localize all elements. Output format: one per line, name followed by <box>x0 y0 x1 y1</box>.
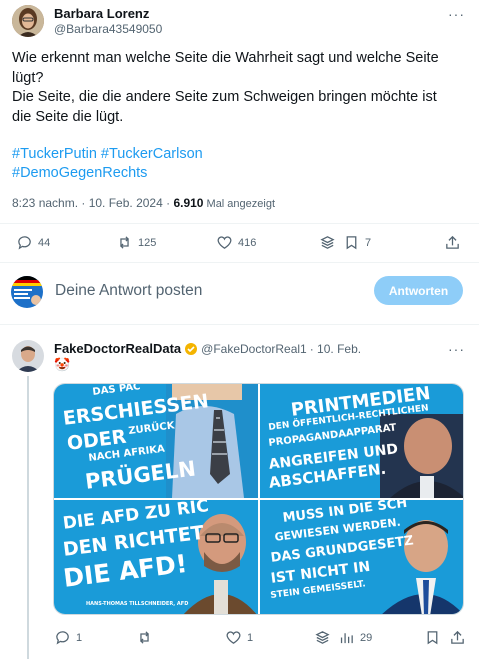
share-icon <box>451 630 464 644</box>
reply-header: FakeDoctorRealData @FakeDoctorReal1 · 10… <box>54 341 361 356</box>
bookmark-icon <box>346 236 357 250</box>
reply-retweet-action[interactable] <box>136 629 153 646</box>
reply-more-options-button[interactable]: ··· <box>448 341 465 357</box>
thread-line <box>27 376 29 659</box>
reply-share-action[interactable] <box>449 629 466 646</box>
tweet-meta: 8:23 nachm. · 10. Feb. 2024 · 6.910 Mal … <box>12 196 275 210</box>
more-options-button[interactable]: ··· <box>448 6 465 22</box>
share-icon <box>446 235 459 249</box>
reply-reply-action[interactable]: 1 <box>54 629 82 646</box>
poster-3[interactable]: DIE AFD ZU RIC DEN RICHTET DIE AFD! HANS… <box>54 500 258 614</box>
reply-view-count: 29 <box>360 631 373 644</box>
media-grid[interactable]: DAS PAC ERSCHIESSEN ODER ZURÜCK NACH AFR… <box>53 383 464 615</box>
reply-submit-button[interactable]: Antworten <box>374 276 463 305</box>
retweet-icon <box>140 631 149 644</box>
reply-views-action[interactable]: 29 <box>338 629 372 646</box>
divider <box>0 324 479 325</box>
reply-avatar-portrait-icon <box>12 340 44 372</box>
hashtags-line2[interactable]: #DemoGegenRechts <box>12 163 147 183</box>
author-avatar[interactable] <box>12 5 44 37</box>
reply-icon <box>18 236 31 250</box>
reply-date[interactable]: · 10. Feb. <box>310 342 361 356</box>
reply-layers-action[interactable] <box>314 629 331 646</box>
layers-action[interactable] <box>319 234 336 251</box>
reply-author-handle[interactable]: @FakeDoctorReal1 <box>201 342 307 356</box>
share-action[interactable] <box>444 234 461 251</box>
reply-count: 44 <box>38 236 51 249</box>
view-count: 6.910 <box>173 196 204 210</box>
bookmark-icon <box>427 631 438 645</box>
bookmark-count: 7 <box>365 236 372 249</box>
reply-reply-count: 1 <box>76 631 83 644</box>
reply-action[interactable]: 44 <box>16 234 50 251</box>
tweet-timestamp[interactable]: 8:23 nachm. · 10. Feb. 2024 · <box>12 196 173 210</box>
reply-like-count: 1 <box>247 631 254 644</box>
author-name[interactable]: Barbara Lorenz <box>54 6 149 21</box>
like-action[interactable]: 416 <box>216 234 256 251</box>
reply-like-action[interactable]: 1 <box>225 629 253 646</box>
avatar-portrait-icon <box>12 5 44 37</box>
divider <box>0 262 479 263</box>
verified-badge-icon <box>185 342 198 355</box>
poster-1[interactable]: DAS PAC ERSCHIESSEN ODER ZURÜCK NACH AFR… <box>54 384 258 498</box>
bookmark-action[interactable]: 7 <box>343 234 371 251</box>
poster-2[interactable]: PRINTMEDIEN DEN ÖFFENTLICH-RECHTLICHEN P… <box>260 384 463 498</box>
reply-icon <box>56 631 69 645</box>
hashtags-line1[interactable]: #TuckerPutin #TuckerCarlson <box>12 144 203 164</box>
tweet-text-para2: Die Seite, die die andere Seite zum Schw… <box>12 89 437 125</box>
tweet-text-line1: Wie erkennt man welche Seite die Wahrhei… <box>12 50 439 86</box>
reply-bookmark-action[interactable] <box>424 629 441 646</box>
own-avatar-flag-icon <box>11 276 43 308</box>
own-avatar[interactable] <box>11 276 43 308</box>
reply-emoji: 🤡 <box>54 357 71 372</box>
view-count-label: Mal angezeigt <box>203 198 276 210</box>
retweet-action[interactable]: 125 <box>116 234 156 251</box>
author-handle[interactable]: @Barbara43549050 <box>54 22 162 36</box>
heart-icon <box>217 236 232 249</box>
layers-icon <box>315 631 330 644</box>
poster-4[interactable]: MUSS IN DIE SCH GEWIESEN WERDEN. DAS GRU… <box>260 500 463 614</box>
heart-icon <box>226 631 241 644</box>
retweet-count: 125 <box>138 236 157 249</box>
divider <box>0 223 479 224</box>
analytics-icon <box>340 633 353 644</box>
layers-icon <box>320 236 335 249</box>
poster-3-caption: HANS-THOMAS TILLSCHNEIDER, AFD <box>86 601 189 607</box>
reply-input[interactable]: Deine Antwort posten <box>55 282 355 300</box>
like-count: 416 <box>238 236 257 249</box>
reply-author-avatar[interactable] <box>12 340 44 372</box>
reply-author-name[interactable]: FakeDoctorRealData <box>54 341 181 356</box>
retweet-icon <box>120 236 129 249</box>
